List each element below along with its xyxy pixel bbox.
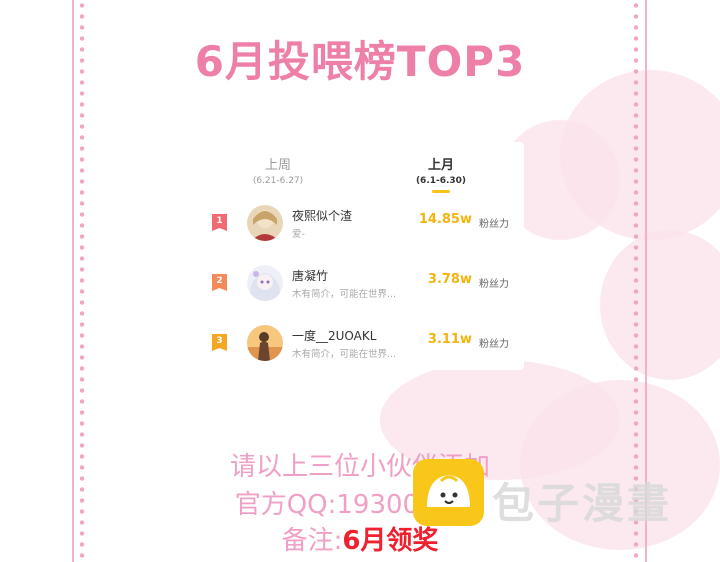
user-bio: 爱- <box>292 229 305 240</box>
username: 唐凝竹 <box>292 269 329 283</box>
tab-label: 上月 <box>427 158 454 173</box>
tab-range: (6.1-6.30) <box>415 176 467 186</box>
page-title: 6月投喂榜TOP3 <box>194 37 526 86</box>
username: 夜熙似个渣 <box>292 209 353 223</box>
rank-badge: 2 <box>212 274 227 291</box>
fan-power-unit: 粉丝力 <box>479 219 509 230</box>
ranking-row[interactable]: 3 一度__2UOAKL 木有简介，可能在世界... 3.11w 粉丝力 <box>198 318 524 368</box>
rank-badge: 3 <box>212 334 227 351</box>
user-bio: 木有简介，可能在世界... <box>292 349 397 360</box>
remark-highlight: 6月领奖 <box>342 526 439 556</box>
tab-range: (6.21-6.27) <box>252 176 304 186</box>
avatar[interactable] <box>247 325 283 361</box>
tab-last-week[interactable]: 上周 (6.21-6.27) <box>246 154 310 186</box>
rank-badge: 1 <box>212 214 227 231</box>
fan-power-unit: 粉丝力 <box>479 279 509 290</box>
fan-power-value: 14.85w <box>418 212 472 227</box>
tab-label: 上周 <box>264 158 291 173</box>
fan-power-value: 3.11w <box>427 332 472 347</box>
username: 一度__2UOAKL <box>292 329 377 343</box>
user-bio: 木有简介，可能在世界... <box>292 289 397 300</box>
ranking-row[interactable]: 1 夜熙似个渣 爱- 14.85w 粉丝力 <box>198 198 524 248</box>
tab-last-month[interactable]: 上月 (6.1-6.30) <box>408 154 474 193</box>
ranking-card: 上周 (6.21-6.27) 上月 (6.1-6.30) 1 夜熙似个渣 爱- … <box>198 142 524 370</box>
watermark-text: 包子漫畫 <box>492 479 673 528</box>
remark-prefix: 备注: <box>281 526 343 556</box>
active-tab-indicator <box>432 190 450 193</box>
baozi-logo-icon <box>413 459 484 526</box>
avatar[interactable] <box>247 265 283 301</box>
fan-power-value: 3.78w <box>427 272 472 287</box>
blossom-watermark <box>600 230 720 380</box>
fan-power-unit: 粉丝力 <box>479 339 509 350</box>
avatar[interactable] <box>247 205 283 241</box>
ranking-row[interactable]: 2 唐凝竹 木有简介，可能在世界... 3.78w 粉丝力 <box>198 258 524 308</box>
